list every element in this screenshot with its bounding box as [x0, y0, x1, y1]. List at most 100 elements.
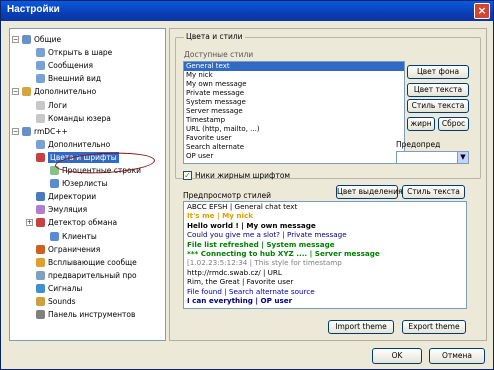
tree-item[interactable]: Логи	[14, 100, 164, 111]
preset-select[interactable]: ▼	[396, 151, 469, 164]
tree-item-label: Внешний вид	[48, 74, 102, 84]
style-list-item[interactable]: Timestamp	[184, 116, 404, 125]
tree-expander-icon[interactable]: −	[12, 127, 19, 135]
tree-item[interactable]: Дополнительно	[14, 139, 164, 150]
tree-item-label: Сообщения	[48, 61, 94, 71]
preview-line: Hello world ! | My own message	[187, 220, 316, 230]
style-list-item[interactable]: Private message	[184, 89, 404, 98]
tree-item-label: Общие	[34, 35, 62, 44]
style-list-item[interactable]: Search alternate	[184, 143, 404, 152]
preview-line: Could you give me a slot? | Private mess…	[187, 230, 347, 240]
sound-icon	[36, 297, 45, 306]
tree-item[interactable]: − Дополнительно	[12, 86, 164, 97]
styles-list-label: Доступные стили	[184, 50, 254, 59]
style-list-item[interactable]: URL (http, mailto, ...)	[184, 125, 404, 134]
preview-line: http://rmdc.swab.cz/ | URL	[187, 267, 282, 277]
signal-icon	[36, 283, 45, 293]
gear-icon	[22, 126, 31, 136]
ok-button[interactable]: OK	[372, 348, 422, 364]
tree-item-label: Клиенты	[62, 231, 97, 241]
tree-item[interactable]: Директории	[14, 191, 164, 202]
bold-button[interactable]: жирн	[407, 117, 435, 131]
style-preview: ABCC EFSH | General chat text It's me | M…	[183, 201, 467, 309]
doc-icon	[36, 74, 45, 84]
gear-icon	[22, 35, 31, 44]
limit-icon	[36, 244, 45, 254]
shield-icon	[36, 218, 45, 228]
tree-item-label: Sounds	[48, 297, 76, 306]
tree-item-label: Эмуляция	[48, 205, 88, 215]
bg-color-button[interactable]: Цвет фона	[407, 65, 469, 79]
style-list-item[interactable]: My own message	[184, 80, 404, 89]
bold-nicks-checkbox[interactable]: ✓	[183, 171, 192, 180]
tree-item[interactable]: − Общие	[12, 34, 164, 45]
text-color-button[interactable]: Цвет текста	[407, 83, 469, 97]
window-title: Настройки	[7, 4, 60, 15]
tree-item[interactable]: − rmDC++	[12, 126, 164, 137]
tree-item[interactable]: Эмуляция	[14, 204, 164, 215]
tree-expander-icon[interactable]: −	[12, 36, 19, 43]
style-list-item[interactable]: Favorite user	[184, 134, 404, 143]
tree-item[interactable]: Клиенты	[14, 231, 164, 242]
gear-icon	[36, 205, 45, 215]
close-button[interactable]: ×	[474, 3, 490, 19]
tree-item[interactable]: Команды юзера	[14, 113, 164, 124]
export-theme-button[interactable]: Export theme	[402, 320, 466, 334]
tree-item-label: Дополнительно	[34, 87, 97, 97]
styles-list[interactable]: General text My nick My own message Private…	[183, 61, 405, 164]
settings-tree[interactable]: − Общие Открыть в шаре Сообщения Внешний вид…	[9, 28, 166, 341]
cancel-button[interactable]: Отмена	[429, 348, 485, 364]
tree-item[interactable]: Сигналы	[14, 283, 164, 294]
tree-item[interactable]: Сообщения	[14, 60, 164, 71]
tree-item[interactable]: Ограничения	[14, 244, 164, 255]
doc-icon	[36, 113, 45, 123]
tree-item[interactable]: Внешний вид	[14, 73, 164, 84]
style-list-item[interactable]: OP user	[184, 152, 404, 161]
tree-item[interactable]: + Детектор обмана	[14, 217, 164, 228]
import-theme-button[interactable]: Import theme	[328, 320, 394, 334]
style-list-item[interactable]: My nick	[184, 71, 404, 80]
default-button[interactable]: Сброс	[438, 117, 469, 131]
style-list-item[interactable]: System message	[184, 98, 404, 107]
tree-item-label: Сигналы	[48, 283, 83, 293]
tree-expander-icon[interactable]: −	[12, 88, 19, 96]
select-color-button[interactable]: Цвет выделения	[336, 185, 402, 199]
tree-expander-icon[interactable]: +	[26, 219, 33, 227]
style-list-item[interactable]: Server message	[184, 107, 404, 116]
toolbar-icon	[36, 310, 45, 320]
tree-item[interactable]: Юзерлисты	[14, 178, 164, 189]
title-bar[interactable]: Настройки ×	[1, 1, 493, 21]
doc-icon	[36, 139, 45, 149]
settings-panel: Цвета и стили Доступные стили General te…	[169, 28, 487, 341]
tree-item-label: предварительный про	[48, 270, 137, 280]
chevron-down-icon[interactable]: ▼	[457, 152, 468, 163]
folder-icon	[36, 192, 45, 202]
tree-item-label: Ограничения	[48, 244, 101, 254]
tree-item-label: Детектор обмана	[48, 218, 118, 228]
doc-icon	[36, 100, 45, 110]
tree-item[interactable]: предварительный про	[14, 270, 164, 281]
preview-icon	[36, 270, 45, 280]
tree-item[interactable]: Открыть в шаре	[14, 47, 164, 58]
style-list-item[interactable]: General text	[184, 62, 404, 71]
tree-item[interactable]: Панель инструментов	[14, 309, 164, 320]
styles-group-title: Цвета и стили	[184, 32, 245, 41]
tree-item-label: Дополнительно	[48, 139, 111, 149]
tree-item-label: Всплывающие сообще	[48, 257, 137, 267]
doc-icon	[36, 48, 45, 58]
tree-item[interactable]: Всплывающие сообще	[14, 257, 164, 268]
folder-icon	[22, 87, 31, 97]
users-icon	[50, 231, 59, 241]
tree-item[interactable]: Sounds	[14, 296, 164, 307]
tree-item-label: Панель инструментов	[48, 310, 136, 320]
tree-item-label: Открыть в шаре	[48, 48, 113, 58]
preview-label: Предпросмотр стилей	[183, 191, 271, 200]
text-style-button[interactable]: Стиль текста	[407, 99, 469, 113]
tree-item-label: Директории	[48, 192, 97, 202]
preview-line: File found | Search alternate source	[187, 286, 315, 296]
preview-text-style-button[interactable]: Стиль текста	[402, 185, 465, 199]
bold-nicks-label: Ники жирным шрифтом	[195, 171, 291, 180]
tree-item-label: Команды юзера	[48, 113, 111, 123]
tree-item-label: Юзерлисты	[62, 179, 108, 189]
palette-icon	[36, 152, 45, 162]
